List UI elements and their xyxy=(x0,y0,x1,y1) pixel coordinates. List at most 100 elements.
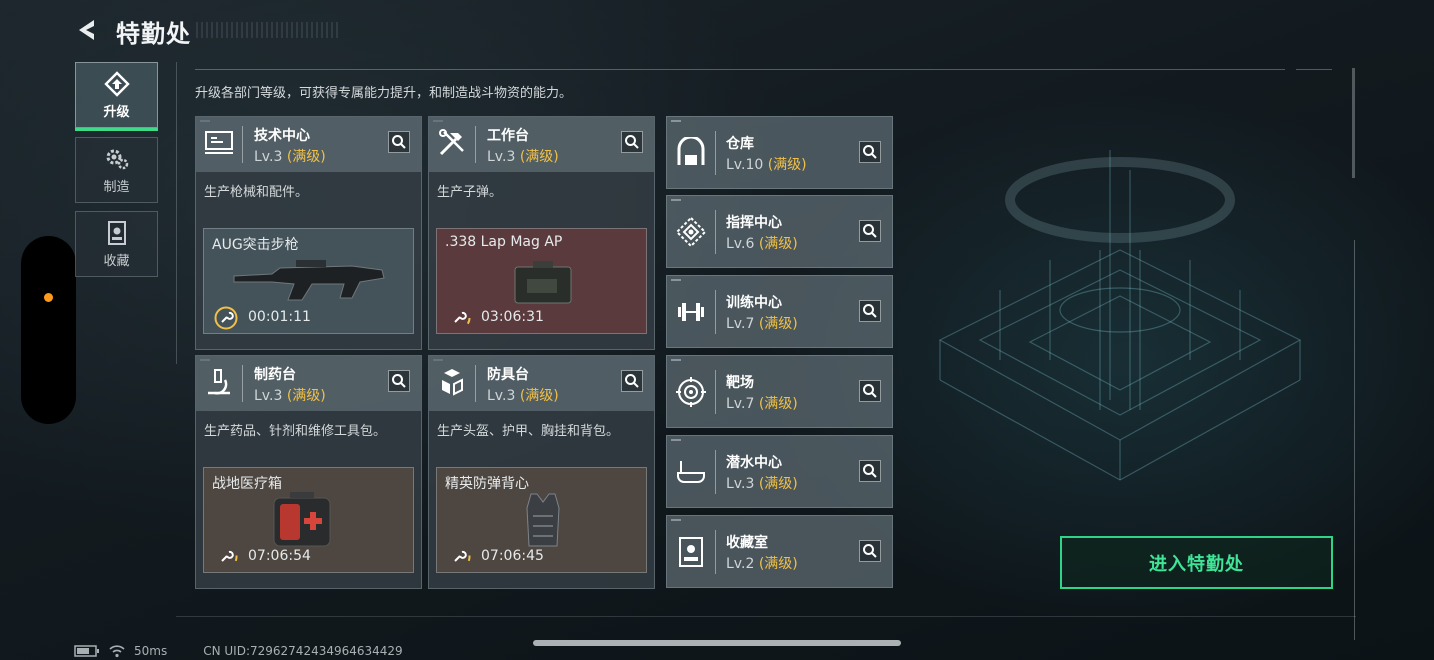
corner-mark xyxy=(671,359,681,361)
nav-label: 制造 xyxy=(103,179,130,195)
search-icon xyxy=(863,145,877,159)
workbench-level: Lv.3 (满级) xyxy=(254,388,326,404)
dumbbell-icon xyxy=(678,303,704,321)
wrench-icon xyxy=(447,545,471,569)
inspect-button[interactable] xyxy=(388,131,410,153)
divider xyxy=(1296,69,1332,70)
workbench-description: 生产药品、针剂和维修工具包。 xyxy=(204,424,387,439)
workbench-card-workbench[interactable]: 工作台 Lv.3 (满级) 生产子弹。 .338 Lap Mag AP 03:0… xyxy=(428,116,655,350)
room-name: 指挥中心 xyxy=(726,215,782,231)
workbench-name: 制药台 xyxy=(254,367,296,383)
title-decoration xyxy=(196,22,338,38)
nav-tab-collection[interactable]: 收藏 xyxy=(75,211,158,277)
room-name: 仓库 xyxy=(726,136,754,152)
workbench-card-pharmacy[interactable]: 制药台 Lv.3 (满级) 生产药品、针剂和维修工具包。 战地医疗箱 07:06… xyxy=(195,355,422,589)
home-indicator[interactable] xyxy=(533,640,901,646)
inspect-button[interactable] xyxy=(859,300,881,322)
room-warehouse[interactable]: 仓库 Lv.10 (满级) xyxy=(666,116,893,189)
command-icon xyxy=(675,216,707,248)
inspect-button[interactable] xyxy=(859,540,881,562)
workbench-card-armor[interactable]: 防具台 Lv.3 (满级) 生产头盔、护甲、胸挂和背包。 精英防弹背心 07:0… xyxy=(428,355,655,589)
hud-deco-right-line xyxy=(1354,240,1355,640)
room-name: 收藏室 xyxy=(726,535,768,551)
workbench-level: Lv.3 (满级) xyxy=(254,149,326,165)
room-name: 靶场 xyxy=(726,375,754,391)
enter-button-label: 进入特勤处 xyxy=(1149,553,1244,575)
crafting-slot[interactable]: AUG突击步枪 00:01:11 xyxy=(203,228,414,334)
collection-icon xyxy=(107,220,126,245)
rifle-image xyxy=(233,260,385,301)
search-icon xyxy=(863,544,877,558)
uid-text: CN UID:72962742434964634429 xyxy=(203,644,403,658)
back-arrow-icon[interactable] xyxy=(74,17,100,43)
workbench-name: 技术中心 xyxy=(254,128,310,144)
workbench-name: 防具台 xyxy=(487,367,529,383)
diving-mask-icon xyxy=(677,461,705,483)
armor-blocks-icon xyxy=(442,369,463,396)
medkit-image xyxy=(273,492,331,547)
room-name: 潜水中心 xyxy=(726,455,782,471)
crafting-item-name: AUG突击步枪 xyxy=(212,237,299,253)
corner-mark xyxy=(671,439,681,441)
nav-tab-upgrade[interactable]: 升级 xyxy=(75,62,158,131)
wrench-icon xyxy=(447,306,471,330)
wrench-icon xyxy=(214,306,238,330)
crafting-slot[interactable]: .338 Lap Mag AP 03:06:31 xyxy=(436,228,647,334)
indicator-dot xyxy=(44,293,53,302)
crafting-slot[interactable]: 战地医疗箱 07:06:54 xyxy=(203,467,414,573)
room-level: Lv.7 (满级) xyxy=(726,316,798,332)
search-icon xyxy=(392,135,406,149)
room-level: Lv.6 (满级) xyxy=(726,236,798,252)
crafting-timer: 03:06:31 xyxy=(481,309,544,325)
search-icon xyxy=(863,384,877,398)
upgrade-icon xyxy=(103,70,130,97)
inspect-button[interactable] xyxy=(859,220,881,242)
target-icon xyxy=(676,377,706,407)
card-header: 工作台 Lv.3 (满级) xyxy=(429,117,654,172)
room-level: Lv.3 (满级) xyxy=(726,476,798,492)
room-collection-room[interactable]: 收藏室 Lv.2 (满级) xyxy=(666,515,893,588)
battery-icon xyxy=(74,645,99,657)
room-level: Lv.10 (满级) xyxy=(726,157,807,173)
wifi-icon xyxy=(109,645,125,658)
crafting-timer: 07:06:54 xyxy=(248,548,311,564)
inspect-button[interactable] xyxy=(621,131,643,153)
workbench-description: 生产头盔、护甲、胸挂和背包。 xyxy=(437,424,620,439)
card-header: 防具台 Lv.3 (满级) xyxy=(429,356,654,411)
workbench-description: 生产子弹。 xyxy=(437,185,503,200)
room-diving-center[interactable]: 潜水中心 Lv.3 (满级) xyxy=(666,435,893,508)
divider xyxy=(195,69,1285,70)
search-icon xyxy=(863,304,877,318)
workbench-level: Lv.3 (满级) xyxy=(487,388,559,404)
page-description: 升级各部门等级，可获得专属能力提升，和制造战斗物资的能力。 xyxy=(195,86,573,101)
tools-icon xyxy=(439,129,464,156)
wrench-icon xyxy=(214,545,238,569)
card-header: 制药台 Lv.3 (满级) xyxy=(196,356,421,411)
inspect-button[interactable] xyxy=(859,380,881,402)
inspect-button[interactable] xyxy=(859,460,881,482)
crafting-slot[interactable]: 精英防弹背心 07:06:45 xyxy=(436,467,647,573)
search-icon xyxy=(863,464,877,478)
nav-tab-craft[interactable]: 制造 xyxy=(75,137,158,203)
room-training-center[interactable]: 训练中心 Lv.7 (满级) xyxy=(666,275,893,348)
search-icon xyxy=(625,374,639,388)
corner-mark xyxy=(671,120,681,122)
corner-mark xyxy=(671,519,681,521)
room-level: Lv.2 (满级) xyxy=(726,556,798,572)
floating-side-panel[interactable] xyxy=(21,236,76,424)
card-header: 技术中心 Lv.3 (满级) xyxy=(196,117,421,172)
ping-text: 50ms xyxy=(134,644,168,658)
search-icon xyxy=(863,224,877,238)
inspect-button[interactable] xyxy=(621,370,643,392)
warehouse-icon xyxy=(677,137,705,165)
workbench-card-tech-center[interactable]: 技术中心 Lv.3 (满级) 生产枪械和配件。 AUG突击步枪 00:01:11 xyxy=(195,116,422,350)
inspect-button[interactable] xyxy=(388,370,410,392)
inspect-button[interactable] xyxy=(859,141,881,163)
crafting-timer: 00:01:11 xyxy=(248,309,311,325)
room-command-center[interactable]: 指挥中心 Lv.6 (满级) xyxy=(666,195,893,268)
enter-special-ops-button[interactable]: 进入特勤处 xyxy=(1060,536,1333,589)
vest-image xyxy=(526,493,560,547)
room-shooting-range[interactable]: 靶场 Lv.7 (满级) xyxy=(666,355,893,428)
workbench-description: 生产枪械和配件。 xyxy=(204,185,309,200)
search-icon xyxy=(625,135,639,149)
